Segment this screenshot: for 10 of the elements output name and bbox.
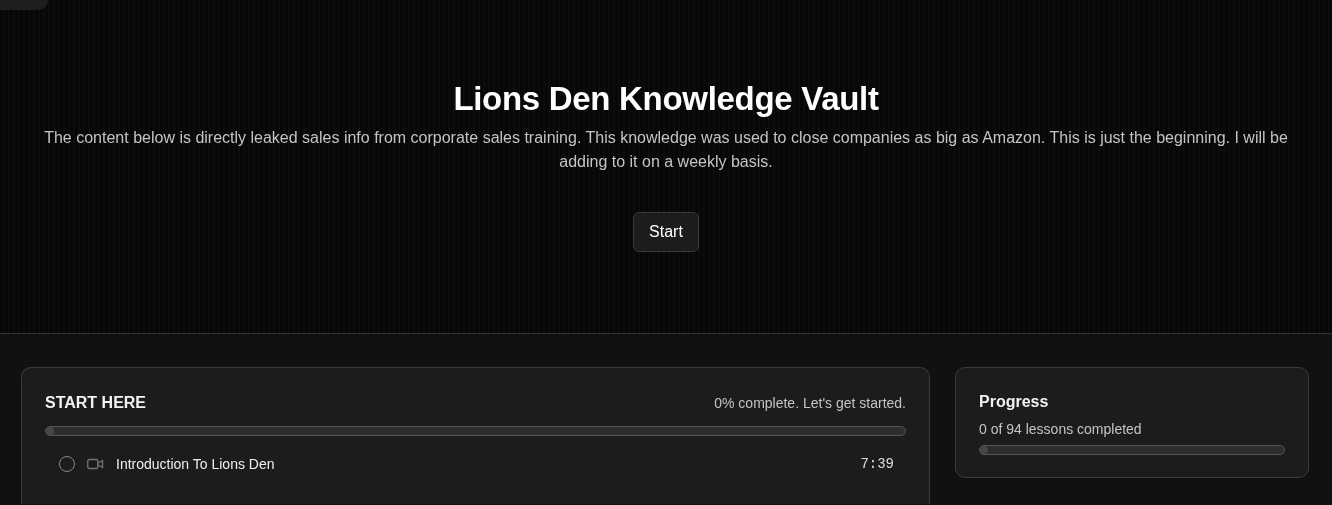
start-button[interactable]: Start [633, 212, 699, 252]
video-camera-icon [87, 458, 104, 470]
lesson-title[interactable]: Introduction To Lions Den [116, 456, 849, 472]
description: The content below is directly leaked sales info from corporate sales training. This knowledge was used to close companies as big as Amazon. This is just the beginning. I will be adding to it on a weekly basis. [43, 128, 1289, 172]
module-title: START HERE [45, 394, 147, 412]
lessons-summary: 0 of 94 lessons completed [979, 421, 1143, 437]
progress-title: Progress [979, 393, 1050, 411]
lesson-duration: 7:39 [860, 456, 894, 472]
module-status: 0% complete. Let's get started. [714, 395, 906, 411]
page-title: Lions Den Knowledge Vault [453, 80, 879, 118]
